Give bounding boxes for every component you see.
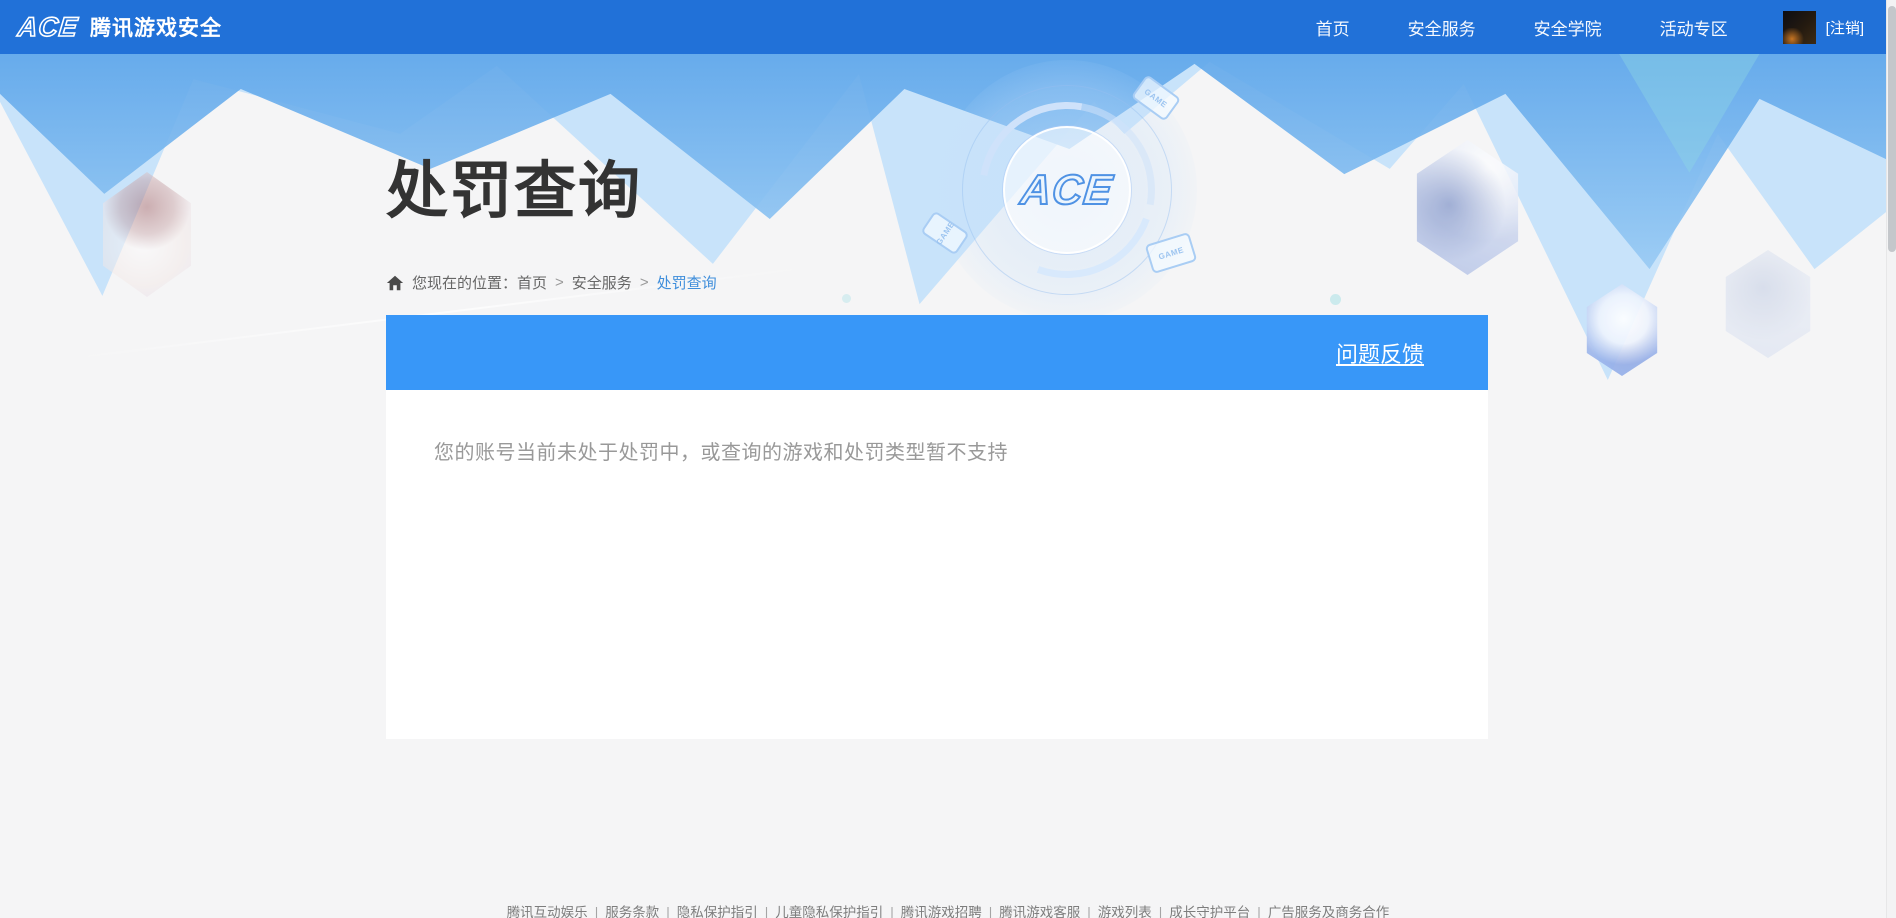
deco-dot [842,294,851,303]
scrollbar-track[interactable] [1886,0,1896,918]
top-nav: ACE 腾讯游戏安全 首页 安全服务 安全学院 活动专区 [注销] [0,0,1896,54]
footer-link[interactable]: 儿童隐私保护指引 [775,905,883,918]
user-avatar[interactable] [1782,10,1816,44]
footer-link[interactable]: 服务条款 [605,905,659,918]
footer-link[interactable]: 腾讯游戏招聘 [901,905,982,918]
breadcrumb-item-security-services[interactable]: 安全服务 [572,272,632,293]
scrollbar-thumb[interactable] [1888,6,1896,252]
nav-item-security-services[interactable]: 安全服务 [1408,15,1476,40]
nav-item-home[interactable]: 首页 [1316,15,1350,40]
ace-emblem: ACE [917,40,1217,340]
panel-body: 您的账号当前未处于处罚中，或查询的游戏和处罚类型暂不支持 [386,390,1488,739]
emblem-inner-circle: ACE [1003,126,1131,254]
nav-item-security-academy[interactable]: 安全学院 [1534,15,1602,40]
home-icon [386,275,404,290]
footer-separator: | [1158,905,1163,918]
breadcrumb-separator: > [555,274,564,291]
breadcrumb-item-current: 处罚查询 [656,275,717,292]
logout-link[interactable]: [注销] [1826,17,1864,38]
query-result-message: 您的账号当前未处于处罚中，或查询的游戏和处罚类型暂不支持 [434,442,1008,464]
brand-title: 腾讯游戏安全 [90,17,223,40]
deco-dot [1330,294,1341,305]
breadcrumb-item-home[interactable]: 首页 [517,272,547,293]
breadcrumb-separator: > [639,274,649,291]
footer-link[interactable]: 游戏列表 [1098,905,1152,918]
nav-links: 首页 安全服务 安全学院 活动专区 [注销] [1287,10,1864,44]
ace-logo-icon: ACE [16,11,81,43]
footer-separator: | [666,905,670,918]
footer-link[interactable]: 腾讯互动娱乐 [507,905,588,918]
breadcrumb-prefix: 您现在的位置： [412,275,518,292]
game-character-hex-faint [1725,250,1811,358]
page-title: 处罚查询 [386,157,643,226]
emblem-ace-text: ACE [1018,165,1117,214]
punishment-query-panel: 问题反馈 您的账号当前未处于处罚中，或查询的游戏和处罚类型暂不支持 [386,315,1488,739]
footer-separator: | [594,905,599,918]
footer-link[interactable]: 成长守护平台 [1169,905,1250,918]
nav-item-activity-zone[interactable]: 活动专区 [1660,15,1728,40]
footer-separator: | [1087,905,1091,918]
footer-link[interactable]: 广告服务及商务合作 [1268,905,1390,918]
footer-separator: | [1257,905,1261,918]
footer-link[interactable]: 隐私保护指引 [677,905,758,918]
brand-logo[interactable]: ACE 腾讯游戏安全 [16,11,223,43]
feedback-link[interactable]: 问题反馈 [1336,337,1424,369]
breadcrumb: 您现在的位置： 首页 > 安全服务 > 处罚查询 [386,272,717,293]
panel-header: 问题反馈 [386,315,1488,390]
footer-link[interactable]: 腾讯游戏客服 [999,905,1080,918]
footer-separator: | [764,905,769,918]
footer-separator: | [988,905,993,918]
page-root: ACE 腾讯游戏安全 首页 安全服务 安全学院 活动专区 [注销] ACE GA… [0,0,1896,918]
footer-separator: | [890,905,894,918]
footer-links: 腾讯互动娱乐 | 服务条款 | 隐私保护指引 | 儿童隐私保护指引 | 腾讯游戏招聘 | 腾讯游戏客… [0,901,1896,918]
